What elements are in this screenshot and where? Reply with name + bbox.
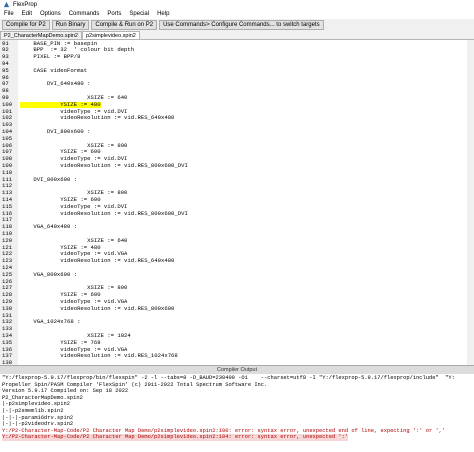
code-line[interactable]: 116 videoResolution := vid.RES_800x600_D… (0, 209, 474, 218)
flexprop-logo-icon (3, 1, 10, 8)
code-line[interactable]: 104 DVI_800x600 : (0, 127, 474, 136)
code-line[interactable]: 123 videoResolution := vid.RES_640x480 (0, 257, 474, 265)
code-text: DVI_800x600 : (20, 127, 91, 135)
configure-hint-button[interactable]: Use Commands> Configure Commands... to s… (159, 20, 324, 30)
output-line: Version 5.9.17 Compiled on: Sep 18 2022 (2, 388, 129, 395)
window-title: FlexProp (13, 2, 38, 8)
code-line[interactable]: 111 DVI_800x600 : (0, 175, 474, 184)
tab-p2simplevideo[interactable]: p2simplevideo.spin2 (81, 31, 140, 39)
code-line[interactable]: 95 CASE videoFormat (0, 66, 474, 75)
output-line: |-|-|-param16drv.spin2 (2, 414, 74, 421)
code-text: DVI_640x480 : (20, 80, 91, 88)
code-line[interactable]: 132 VGA_1024x768 : (0, 318, 474, 326)
code-text: videoResolution := vid.RES_800x600_DVI (20, 209, 188, 217)
compiler-output-header: Compiler Output (0, 366, 474, 374)
menu-help[interactable]: Help (153, 10, 173, 19)
code-text: videoResolution := vid.RES_800x600 (20, 304, 175, 312)
menu-special[interactable]: Special (125, 10, 153, 19)
code-text: PIXEL := BPP/8 (20, 53, 81, 61)
menu-file[interactable]: File (0, 10, 18, 19)
output-error-line: Y:/P2-Character-Map-Code/P2 Character Ma… (2, 427, 446, 434)
tab-character-map-demo[interactable]: P2_CharacterMapDemo.spin2 (0, 31, 82, 39)
menu-bar: File Edit Options Commands Ports Special… (0, 10, 474, 19)
code-text: VGA_1024x768 : (20, 318, 81, 326)
code-editor[interactable]: 91 BASE_PIN := basepin 92 BPP := 32 ' col… (0, 40, 474, 366)
output-error-line: Y:/P2-Character-Map-Code/P2 Character Ma… (2, 434, 349, 441)
output-line: |-|-|-p2videodrv.spin2 (2, 421, 74, 428)
output-line: Propeller Spin/PASM Compiler 'FlexSpin' … (2, 381, 268, 388)
file-tabs: P2_CharacterMapDemo.spin2 p2simplevideo.… (0, 31, 474, 40)
menu-edit[interactable]: Edit (18, 10, 36, 19)
code-line[interactable]: 97 DVI_640x480 : (0, 80, 474, 88)
output-line: "Y:/flexprop-5.9.17/flexprop/bin/flexspi… (2, 375, 455, 381)
compiler-output-panel[interactable]: "Y:/flexprop-5.9.17/flexprop/bin/flexspi… (0, 374, 474, 452)
toolbar: Compile for P2 Run Binary Compile & Run … (0, 19, 474, 31)
menu-ports[interactable]: Ports (103, 10, 125, 19)
code-text: DVI_800x600 : (20, 175, 78, 183)
compiler-output-title: Compiler Output (216, 367, 258, 373)
code-line[interactable]: 137 videoResolution := vid.RES_1024x768 (0, 352, 474, 360)
output-line: |-|-p2smemlib.spin2 (2, 408, 64, 414)
menu-options[interactable]: Options (36, 10, 65, 19)
editor-scrollbar[interactable] (467, 40, 474, 365)
code-line[interactable]: 102 videoResolution := vid.RES_640x480 (0, 114, 474, 122)
code-text: videoResolution := vid.RES_800x600_DVI (20, 161, 188, 169)
code-line[interactable]: 125 VGA_800x600 : (0, 270, 474, 279)
code-line[interactable]: 109 videoResolution := vid.RES_800x600_D… (0, 161, 474, 170)
output-line: |-p2simplevideo.spin2 (2, 401, 70, 408)
code-line[interactable]: 118 VGA_640x480 : (0, 223, 474, 231)
run-binary-button[interactable]: Run Binary (51, 20, 90, 30)
code-text: videoResolution := vid.RES_640x480 (20, 114, 175, 122)
compile-button[interactable]: Compile for P2 (2, 20, 50, 30)
code-text: VGA_800x600 : (20, 270, 78, 278)
code-text: videoResolution := vid.RES_640x480 (20, 257, 175, 265)
menu-commands[interactable]: Commands (65, 10, 104, 19)
compile-run-button[interactable]: Compile & Run on P2 (91, 20, 158, 30)
code-text: VGA_640x480 : (20, 223, 78, 231)
title-bar: FlexProp (0, 0, 474, 10)
code-text: videoResolution := vid.RES_1024x768 (20, 352, 178, 360)
output-line: P2_CharacterMapDemo.spin2 (2, 394, 83, 401)
code-line[interactable]: 93 PIXEL := BPP/8 (0, 53, 474, 61)
code-line[interactable]: 130 videoResolution := vid.RES_800x600 (0, 304, 474, 313)
code-text: CASE videoFormat (20, 66, 88, 74)
